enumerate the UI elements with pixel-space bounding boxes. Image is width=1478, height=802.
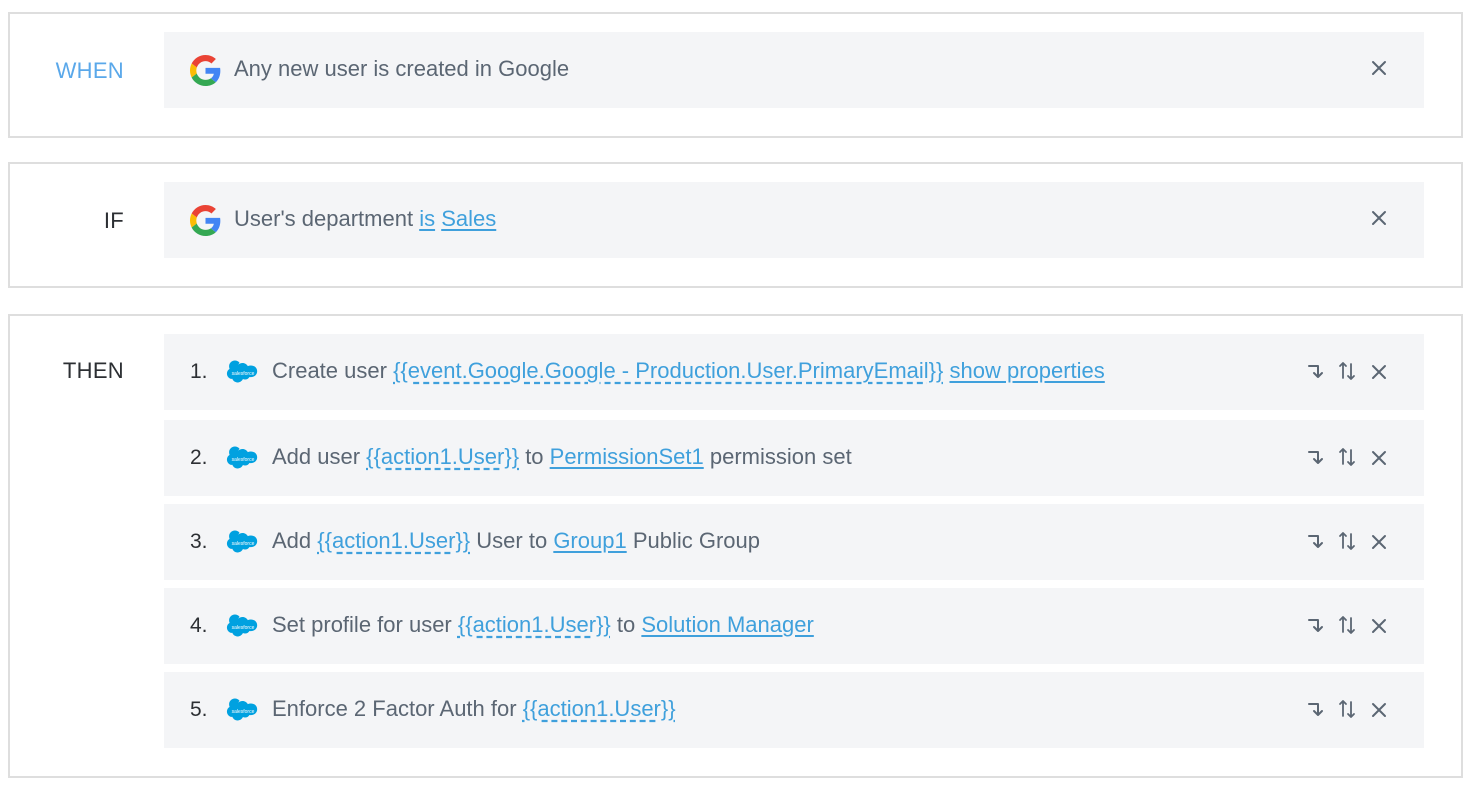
action-text-segment: Public Group <box>626 528 760 553</box>
variable-token[interactable]: {{action1.User}} <box>523 696 676 721</box>
action-link[interactable]: Solution Manager <box>641 612 813 637</box>
then-label: THEN <box>62 358 124 383</box>
branch-arrow-icon[interactable] <box>1306 614 1326 636</box>
condition-value-link[interactable]: Sales <box>441 206 496 231</box>
action-text-segment: Add <box>272 528 318 553</box>
action-link[interactable]: PermissionSet1 <box>550 444 704 469</box>
action-text-segment: to <box>519 444 550 469</box>
then-panel: THEN 1. salesforce Create user {{event.Goo… <box>8 314 1463 778</box>
action-text-segment: permission set <box>703 444 852 469</box>
branch-arrow-icon[interactable] <box>1306 530 1326 552</box>
svg-text:salesforce: salesforce <box>232 457 255 463</box>
svg-text:salesforce: salesforce <box>232 709 255 715</box>
when-panel: WHEN Any new user is created in Google <box>8 12 1463 138</box>
action-number: 2. <box>190 446 208 469</box>
svg-text:salesforce: salesforce <box>232 541 255 547</box>
action-text: Set profile for user {{action1.User}} to… <box>272 612 814 638</box>
variable-token[interactable]: {{action1.User}} <box>317 528 470 553</box>
action-number: 3. <box>190 530 208 553</box>
action-text-segment: User to <box>470 528 554 553</box>
branch-arrow-icon[interactable] <box>1306 360 1326 382</box>
branch-arrow-icon[interactable] <box>1306 446 1326 468</box>
remove-action-close-icon[interactable] <box>1370 700 1388 720</box>
action-text: Add {{action1.User}} User to Group1 Publ… <box>272 528 760 554</box>
salesforce-icon: salesforce <box>226 446 260 470</box>
if-label: IF <box>103 208 124 233</box>
remove-action-close-icon[interactable] <box>1370 362 1388 382</box>
remove-action-close-icon[interactable] <box>1370 616 1388 636</box>
condition-text: User's department is Sales <box>234 206 496 232</box>
action-number: 1. <box>190 360 208 383</box>
reorder-arrows-icon[interactable] <box>1338 614 1356 636</box>
reorder-arrows-icon[interactable] <box>1338 698 1356 720</box>
action-text-segment: Create user <box>272 358 394 383</box>
remove-action-close-icon[interactable] <box>1370 532 1388 552</box>
trigger-text: Any new user is created in Google <box>234 56 570 81</box>
action-text-segment: Add user <box>272 444 367 469</box>
remove-trigger-close-icon[interactable] <box>1370 58 1388 78</box>
action-text-segment: Enforce 2 Factor Auth for <box>272 696 523 721</box>
action-row-1[interactable]: 1. salesforce Create user {{event.Google.G… <box>164 334 1424 410</box>
salesforce-icon: salesforce <box>226 530 260 554</box>
action-text-segment: to <box>610 612 642 637</box>
salesforce-icon: salesforce <box>226 614 260 638</box>
action-row-2[interactable]: 2. salesforce Add user {{action1.User}} to… <box>164 420 1424 496</box>
variable-token[interactable]: {{action1.User}} <box>458 612 611 637</box>
variable-token[interactable]: {{event.Google.Google - Production.User.… <box>393 358 943 383</box>
action-link[interactable]: Group1 <box>553 528 626 553</box>
condition-field: User's department <box>234 206 414 231</box>
google-icon <box>190 205 221 236</box>
action-text: Enforce 2 Factor Auth for {{action1.User… <box>272 696 676 722</box>
action-number: 5. <box>190 698 208 721</box>
action-text: Create user {{event.Google.Google - Prod… <box>272 358 1105 384</box>
action-row-3[interactable]: 3. salesforce Add {{action1.User}} User to… <box>164 504 1424 580</box>
google-icon <box>190 55 221 86</box>
variable-token[interactable]: {{action1.User}} <box>366 444 519 469</box>
trigger-row[interactable]: Any new user is created in Google <box>164 32 1424 108</box>
action-row-5[interactable]: 5. salesforce Enforce 2 Factor Auth for {{… <box>164 672 1424 748</box>
action-number: 4. <box>190 614 208 637</box>
remove-condition-close-icon[interactable] <box>1370 208 1388 228</box>
when-label: WHEN <box>55 58 124 83</box>
condition-row[interactable]: User's department is Sales <box>164 182 1424 258</box>
branch-arrow-icon[interactable] <box>1306 698 1326 720</box>
svg-text:salesforce: salesforce <box>232 625 255 631</box>
reorder-arrows-icon[interactable] <box>1338 530 1356 552</box>
salesforce-icon: salesforce <box>226 360 260 384</box>
salesforce-icon: salesforce <box>226 698 260 722</box>
condition-operator-link[interactable]: is <box>419 206 435 231</box>
action-link[interactable]: show properties <box>949 358 1104 383</box>
action-text-segment: Set profile for user <box>272 612 458 637</box>
action-text: Add user {{action1.User}} to PermissionS… <box>272 444 852 470</box>
reorder-arrows-icon[interactable] <box>1338 446 1356 468</box>
remove-action-close-icon[interactable] <box>1370 448 1388 468</box>
reorder-arrows-icon[interactable] <box>1338 360 1356 382</box>
svg-text:salesforce: salesforce <box>232 371 255 377</box>
if-panel: IF User's department is Sales <box>8 162 1463 288</box>
action-row-4[interactable]: 4. salesforce Set profile for user {{actio… <box>164 588 1424 664</box>
